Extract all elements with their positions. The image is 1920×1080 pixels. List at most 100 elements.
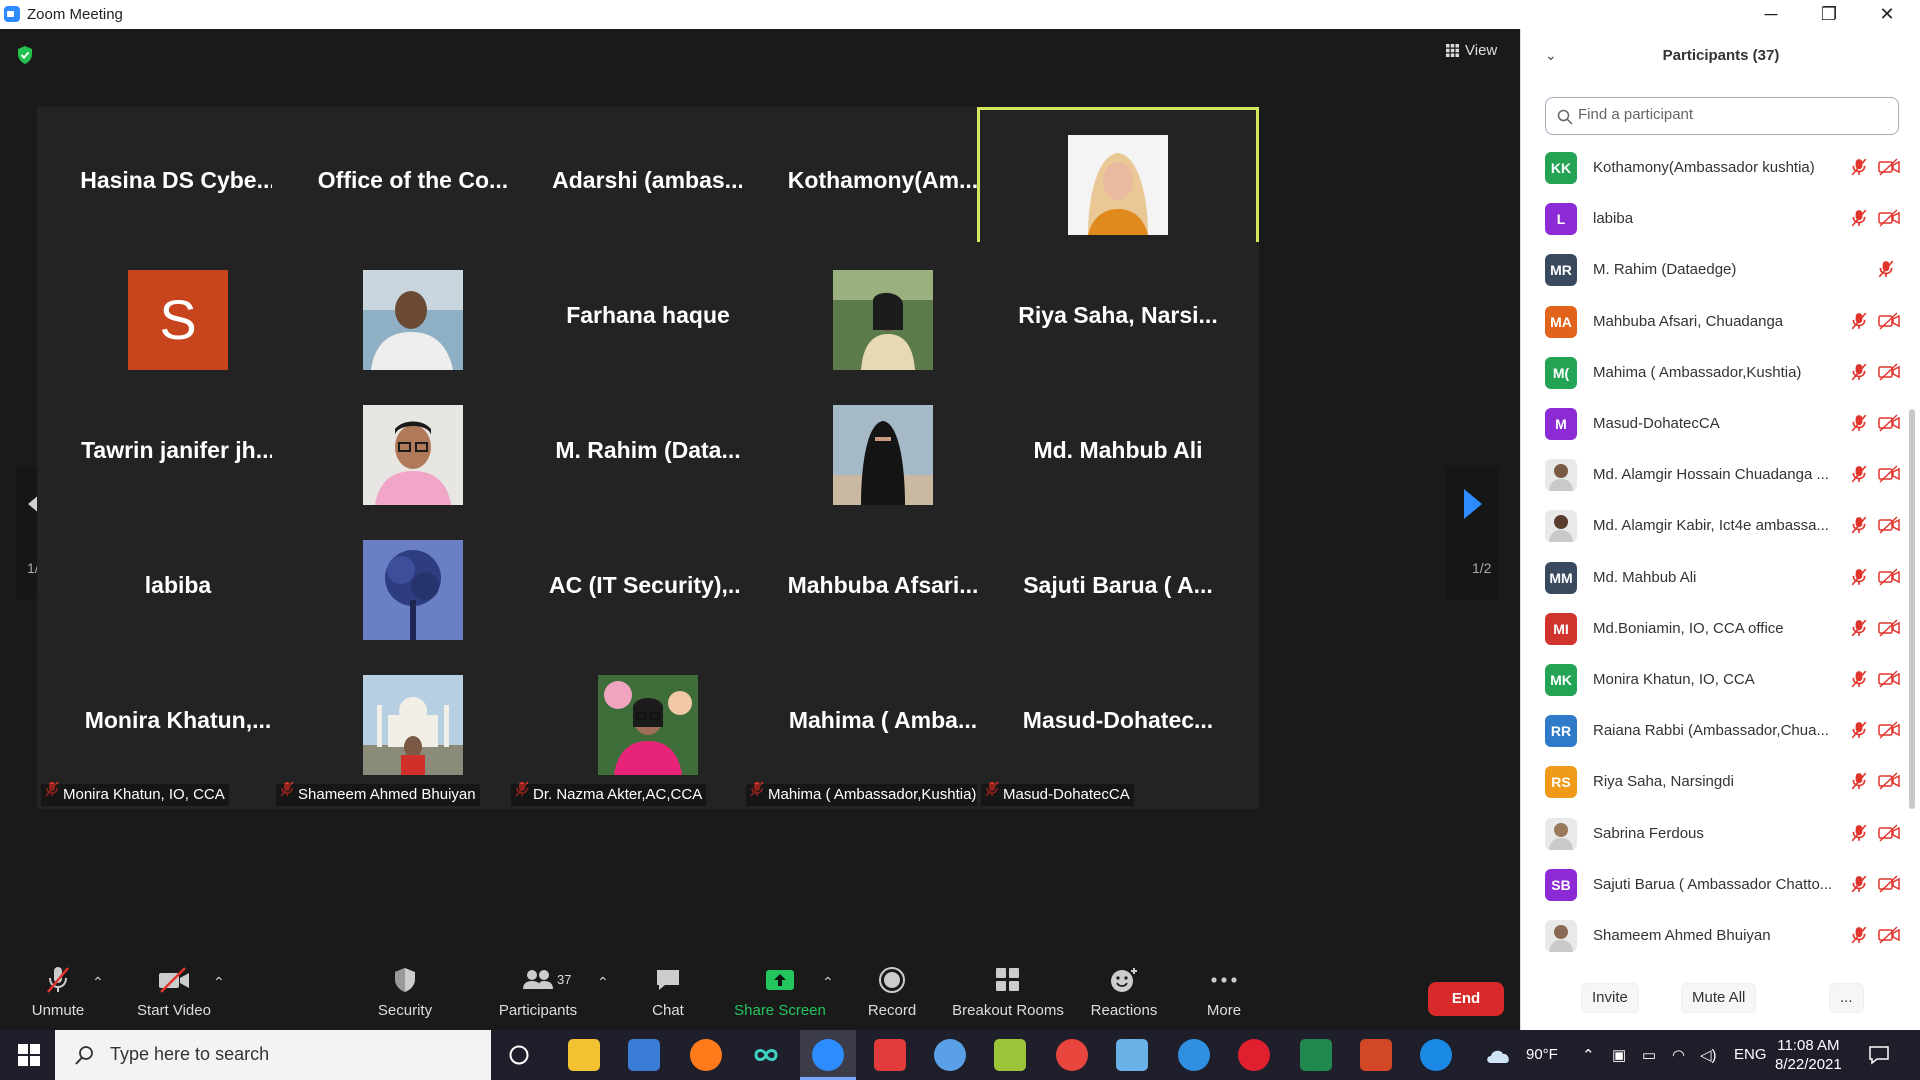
participant-row[interactable]: Llabiba xyxy=(1521,195,1911,246)
participant-row[interactable]: RS Riya Saha, Narsingdi xyxy=(1521,758,1911,809)
breakout-rooms-button[interactable]: Breakout Rooms xyxy=(948,960,1068,1030)
participant-video-off-icon[interactable] xyxy=(1878,465,1900,488)
panel-more-button[interactable]: ... xyxy=(1829,983,1864,1013)
participant-muted-mic-icon[interactable] xyxy=(1851,772,1867,795)
invite-button[interactable]: Invite xyxy=(1581,983,1639,1013)
windows-start-icon[interactable] xyxy=(18,1044,40,1066)
opera-icon[interactable] xyxy=(1238,1039,1270,1071)
chat-button[interactable]: Chat xyxy=(638,960,698,1030)
participant-muted-mic-icon[interactable] xyxy=(1851,363,1867,386)
participants-button[interactable]: 37 Participants xyxy=(494,960,582,1030)
participant-video-off-icon[interactable] xyxy=(1878,772,1900,795)
participant-muted-mic-icon[interactable] xyxy=(1851,465,1867,488)
participant-muted-mic-icon[interactable] xyxy=(1878,260,1894,283)
participant-muted-mic-icon[interactable] xyxy=(1851,875,1867,898)
participant-row[interactable]: KK Kothamony(Ambassador kushtia) xyxy=(1521,144,1911,195)
participant-row[interactable]: MI Md.Boniamin, IO, CCA office xyxy=(1521,605,1911,656)
participant-muted-mic-icon[interactable] xyxy=(1851,568,1867,591)
file-explorer-icon[interactable] xyxy=(568,1039,600,1071)
zoom-taskbar-button[interactable] xyxy=(800,1030,856,1080)
participant-row[interactable]: MM Md. Mahbub Ali xyxy=(1521,554,1911,605)
participant-video-off-icon[interactable] xyxy=(1878,158,1900,181)
weather-temp[interactable]: 90°F xyxy=(1526,1046,1558,1063)
system-clock[interactable]: 11:08 AM 8/22/2021 xyxy=(1775,1036,1842,1074)
participant-row[interactable]: M Masud-DohatecCA xyxy=(1521,400,1911,451)
participant-muted-mic-icon[interactable] xyxy=(1851,414,1867,437)
chrome-icon[interactable] xyxy=(1056,1039,1088,1071)
view-button[interactable]: View xyxy=(1446,42,1497,59)
participant-row[interactable]: MR M. Rahim (Dataedge) xyxy=(1521,246,1911,297)
participant-video-off-icon[interactable] xyxy=(1878,312,1900,335)
participant-row[interactable]: SB Sajuti Barua ( Ambassador Chatto... xyxy=(1521,861,1911,912)
start-video-button[interactable]: Start Video xyxy=(130,960,218,1030)
participant-video-off-icon[interactable] xyxy=(1878,568,1900,591)
participant-row[interactable]: Md. Alamgir Hossain Chuadanga ... xyxy=(1521,451,1911,502)
participant-muted-mic-icon[interactable] xyxy=(1851,516,1867,539)
volume-icon[interactable]: ◁) xyxy=(1700,1046,1717,1064)
participant-muted-mic-icon[interactable] xyxy=(1851,824,1867,847)
share-options-caret[interactable]: ⌃ xyxy=(822,974,834,991)
participant-row[interactable]: M(Mahima ( Ambassador,Kushtia) xyxy=(1521,349,1911,400)
tray-chevron-icon[interactable]: ⌃ xyxy=(1582,1046,1595,1064)
video-tile[interactable]: Masud-Dohatec... Masud-DohatecCA xyxy=(977,647,1259,809)
participant-search-input[interactable] xyxy=(1578,106,1878,123)
participant-muted-mic-icon[interactable] xyxy=(1851,926,1867,949)
taskbar-search-box[interactable]: Type here to search xyxy=(55,1030,491,1080)
excel-icon[interactable] xyxy=(1300,1039,1332,1071)
participant-list-scrollbar[interactable] xyxy=(1909,409,1915,809)
microsoft-store-icon[interactable] xyxy=(628,1039,660,1071)
participant-video-off-icon[interactable] xyxy=(1878,670,1900,693)
participant-video-off-icon[interactable] xyxy=(1878,619,1900,642)
participant-row[interactable]: MA Mahbuba Afsari, Chuadanga xyxy=(1521,298,1911,349)
app-icon[interactable] xyxy=(994,1039,1026,1071)
participant-video-off-icon[interactable] xyxy=(1878,363,1900,386)
participant-muted-mic-icon[interactable] xyxy=(1851,721,1867,744)
participant-muted-mic-icon[interactable] xyxy=(1851,670,1867,693)
minimize-button[interactable]: ─ xyxy=(1748,0,1794,29)
participant-search-box[interactable] xyxy=(1545,97,1899,135)
paint-icon[interactable] xyxy=(934,1039,966,1071)
mute-all-button[interactable]: Mute All xyxy=(1681,983,1757,1013)
tray-meet-icon[interactable]: ▣ xyxy=(1612,1046,1626,1064)
notepad-icon[interactable] xyxy=(1116,1039,1148,1071)
next-page-button[interactable] xyxy=(1446,467,1498,599)
participant-muted-mic-icon[interactable] xyxy=(1851,209,1867,232)
reactions-button[interactable]: Reactions xyxy=(1086,960,1162,1030)
participant-video-off-icon[interactable] xyxy=(1878,414,1900,437)
share-screen-button[interactable]: Share Screen xyxy=(732,960,828,1030)
end-meeting-button[interactable]: End xyxy=(1428,982,1504,1016)
participant-row[interactable]: Md. Alamgir Kabir, Ict4e ambassa... xyxy=(1521,502,1911,553)
unmute-button[interactable]: Unmute xyxy=(20,960,96,1030)
participant-video-off-icon[interactable] xyxy=(1878,209,1900,232)
battery-icon[interactable]: ▭ xyxy=(1642,1046,1656,1064)
anydesk-icon[interactable] xyxy=(874,1039,906,1071)
participant-row[interactable]: MK Monira Khatun, IO, CCA xyxy=(1521,656,1911,707)
encryption-shield-icon[interactable] xyxy=(16,45,34,65)
help-icon[interactable] xyxy=(1420,1039,1452,1071)
powerpoint-icon[interactable] xyxy=(1360,1039,1392,1071)
participant-muted-mic-icon[interactable] xyxy=(1851,312,1867,335)
restore-button[interactable]: ❐ xyxy=(1806,0,1852,29)
participant-row[interactable]: Sabrina Ferdous xyxy=(1521,810,1911,861)
task-view-icon[interactable] xyxy=(508,1044,530,1066)
participant-muted-mic-icon[interactable] xyxy=(1851,158,1867,181)
participant-video-off-icon[interactable] xyxy=(1878,721,1900,744)
participant-row[interactable]: Shameem Ahmed Bhuiyan xyxy=(1521,912,1911,963)
firefox-icon[interactable] xyxy=(690,1039,722,1071)
participants-options-caret[interactable]: ⌃ xyxy=(597,974,609,991)
wifi-icon[interactable]: ◠ xyxy=(1672,1046,1685,1064)
language-indicator[interactable]: ENG xyxy=(1734,1046,1767,1063)
participant-video-off-icon[interactable] xyxy=(1878,516,1900,539)
record-button[interactable]: Record xyxy=(862,960,922,1030)
infinity-app-icon[interactable] xyxy=(750,1039,782,1071)
weather-cloud-icon[interactable] xyxy=(1484,1045,1514,1065)
video-options-caret[interactable]: ⌃ xyxy=(213,974,225,991)
participant-video-off-icon[interactable] xyxy=(1878,824,1900,847)
participant-row[interactable]: RR Raiana Rabbi (Ambassador,Chua... xyxy=(1521,707,1911,758)
security-button[interactable]: Security xyxy=(370,960,440,1030)
close-button[interactable]: ✕ xyxy=(1864,0,1910,29)
participant-video-off-icon[interactable] xyxy=(1878,926,1900,949)
participant-muted-mic-icon[interactable] xyxy=(1851,619,1867,642)
audio-options-caret[interactable]: ⌃ xyxy=(92,974,104,991)
edge-icon[interactable] xyxy=(1178,1039,1210,1071)
